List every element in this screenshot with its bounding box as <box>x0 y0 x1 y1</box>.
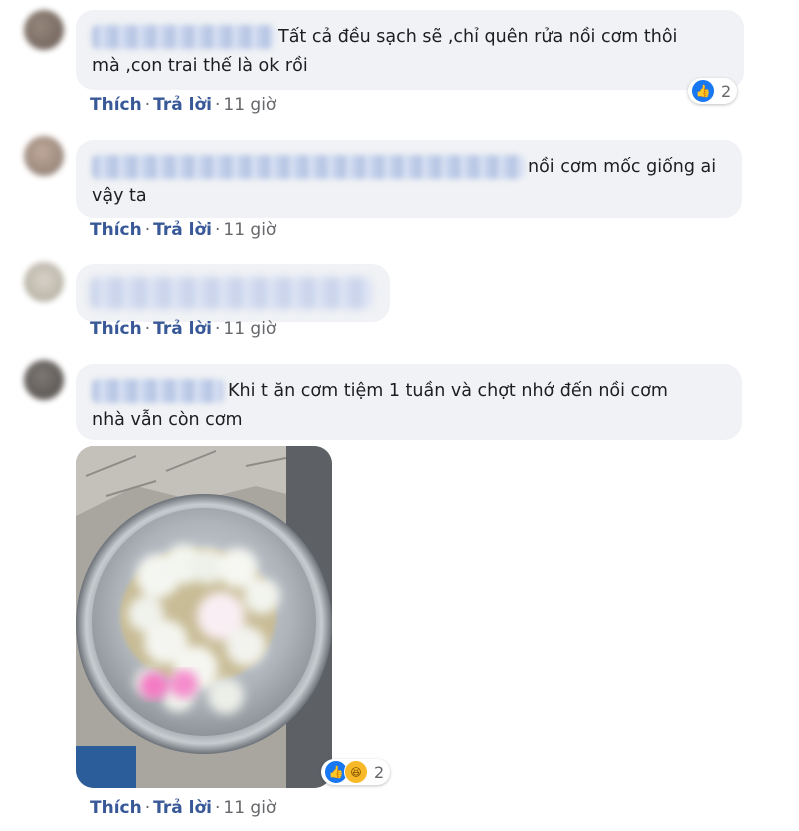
commenter-avatar[interactable] <box>24 262 64 302</box>
comment-text-line: mà ,con trai thế là ok rồi <box>92 56 308 76</box>
commenter-avatar[interactable] <box>24 360 64 400</box>
like-icon: 👍 <box>691 79 715 103</box>
comment-actions: Thích · Trả lời · 11 giờ <box>90 798 277 818</box>
like-link[interactable]: Thích <box>90 319 142 339</box>
timestamp[interactable]: 11 giờ <box>223 95 276 115</box>
comment-text-line: nồi cơm mốc giống ai <box>528 157 717 177</box>
commenter-avatar[interactable] <box>24 10 64 50</box>
like-link[interactable]: Thích <box>90 798 142 818</box>
reply-link[interactable]: Trả lời <box>153 319 212 339</box>
comment-actions: Thích · Trả lời · 11 giờ <box>90 319 277 339</box>
haha-icon: 😆 <box>344 760 368 784</box>
commenter-avatar[interactable] <box>24 136 64 176</box>
redacted-author-name[interactable] <box>92 25 274 49</box>
comment-actions: Thích · Trả lời · 11 giờ <box>90 220 277 240</box>
reaction-summary[interactable]: 👍 😆 2 <box>321 759 391 785</box>
comment-photo-moldy-rice-pot[interactable] <box>76 446 332 788</box>
reaction-count: 2 <box>374 762 385 782</box>
timestamp[interactable]: 11 giờ <box>223 319 276 339</box>
like-link[interactable]: Thích <box>90 220 142 240</box>
timestamp[interactable]: 11 giờ <box>223 220 276 240</box>
timestamp[interactable]: 11 giờ <box>223 798 276 818</box>
comment-text-line: Khi t ăn cơm tiệm 1 tuần và chợt nhớ đến… <box>228 381 668 401</box>
comment-bubble: nồi cơm mốc giống ai vậy ta <box>76 140 742 218</box>
reply-link[interactable]: Trả lời <box>153 798 212 818</box>
reply-link[interactable]: Trả lời <box>153 220 212 240</box>
reply-link[interactable]: Trả lời <box>153 95 212 115</box>
reaction-count: 2 <box>721 81 732 101</box>
comment-text-line: Tất cả đều sạch sẽ ,chỉ quên rửa nồi cơm… <box>278 27 678 47</box>
like-link[interactable]: Thích <box>90 95 142 115</box>
comment-text-line: nhà vẫn còn cơm <box>92 410 243 430</box>
redacted-comment-content[interactable] <box>90 277 372 309</box>
moldy-pot-image <box>76 446 332 788</box>
reaction-summary[interactable]: 👍 2 <box>688 78 738 104</box>
comment-bubble: Tất cả đều sạch sẽ ,chỉ quên rửa nồi cơm… <box>76 10 744 90</box>
comment-actions: Thích · Trả lời · 11 giờ <box>90 95 277 115</box>
redacted-author-name[interactable] <box>92 155 524 179</box>
comment-bubble: Khi t ăn cơm tiệm 1 tuần và chợt nhớ đến… <box>76 364 742 440</box>
comment-bubble <box>76 264 390 322</box>
redacted-author-name[interactable] <box>92 379 224 403</box>
comment-text-line: vậy ta <box>92 186 147 206</box>
